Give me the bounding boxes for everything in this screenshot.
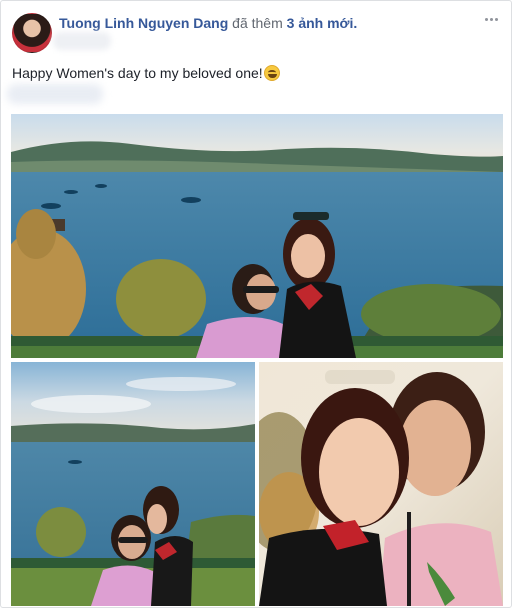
ellipsis-icon bbox=[494, 17, 498, 21]
photo-2[interactable] bbox=[11, 362, 255, 606]
blurred-timestamp bbox=[53, 32, 111, 50]
author-name-link[interactable]: Tuong Linh Nguyen Dang bbox=[59, 15, 228, 31]
post-message: Happy Women's day to my beloved one! bbox=[12, 64, 280, 82]
action-prefix: đã thêm bbox=[232, 15, 283, 31]
more-options-button[interactable] bbox=[481, 11, 501, 27]
photo-1[interactable] bbox=[11, 114, 503, 358]
photo-3-image bbox=[259, 362, 503, 606]
photo-count-link[interactable]: 3 ảnh mới. bbox=[287, 15, 358, 31]
post-message-text: Happy Women's day to my beloved one! bbox=[12, 65, 263, 81]
ellipsis-icon bbox=[489, 17, 493, 21]
photo-2-image bbox=[11, 362, 255, 606]
post-action-text: đã thêm 3 ảnh mới. bbox=[232, 15, 357, 31]
photo-1-image bbox=[11, 114, 503, 358]
post-header: Tuong Linh Nguyen Dang đã thêm 3 ảnh mới… bbox=[59, 14, 357, 32]
laughing-emoji-icon bbox=[263, 65, 280, 81]
blurred-tag bbox=[7, 84, 103, 104]
post-card: Tuong Linh Nguyen Dang đã thêm 3 ảnh mới… bbox=[0, 0, 512, 608]
author-avatar[interactable] bbox=[12, 13, 52, 53]
photo-3[interactable] bbox=[259, 362, 503, 606]
ellipsis-icon bbox=[484, 17, 488, 21]
